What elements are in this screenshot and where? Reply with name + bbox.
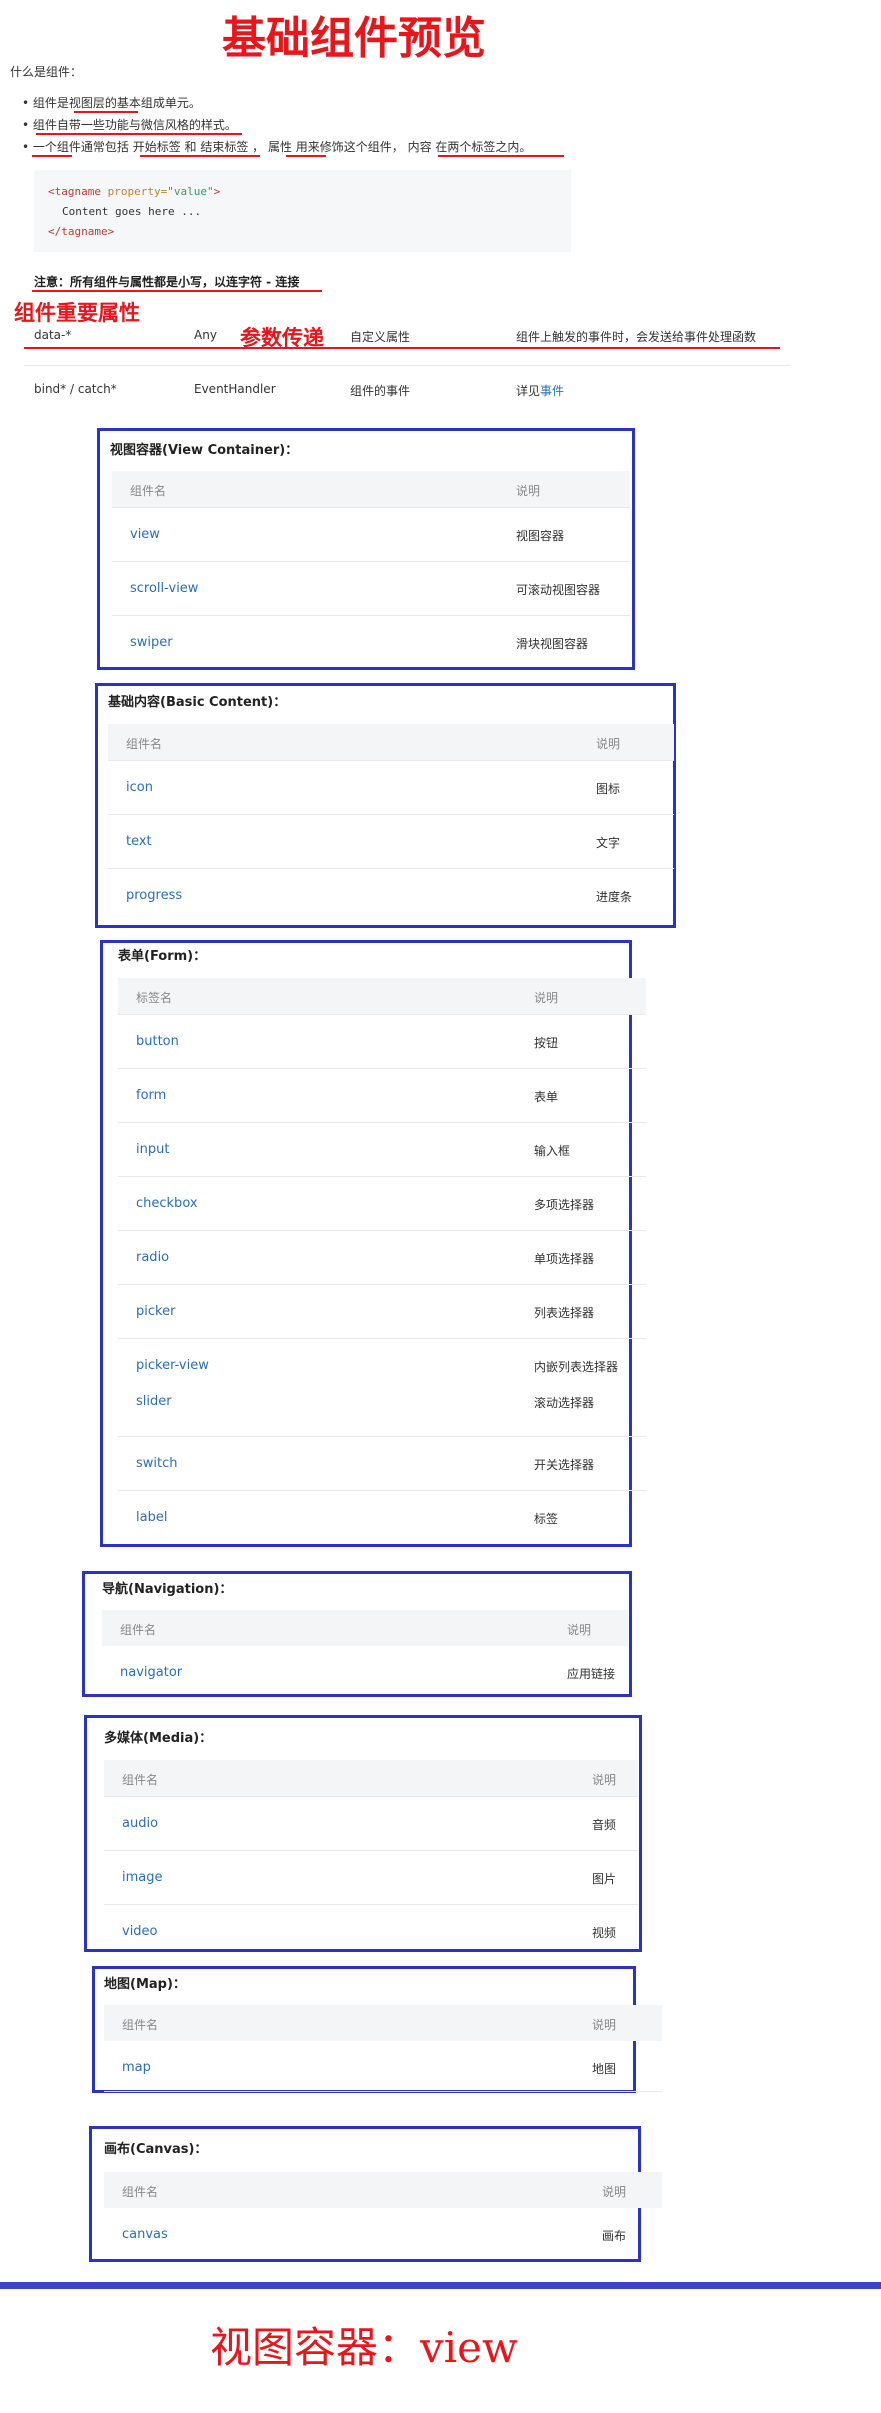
table-cell: bind* / catch* [34,382,117,396]
table-header: 组件名 说明 [104,2172,662,2208]
underline-annotation [36,133,242,135]
table-row[interactable]: swiper 滑块视图容器 [112,615,630,666]
table-cell: EventHandler [194,382,276,396]
table-row[interactable]: picker 列表选择器 [118,1284,646,1339]
attr-table: data-* Any 自定义属性 组件上触发的事件时，会发送给事件处理函数 bi… [0,320,881,410]
list-item: • 组件是视图层的基本组成单元。 [22,96,201,110]
table-cell: 详见事件 [516,384,565,398]
table-row[interactable]: slider 滚动选择器 [118,1382,646,1436]
table-header: 组件名 说明 [108,724,674,760]
table-row[interactable]: video 视频 [104,1904,638,1949]
table-row[interactable]: canvas 画布 [104,2208,662,2256]
table-header: 组件名 说明 [102,1610,628,1646]
underline-annotation [32,155,72,157]
table-header: 标签名 说明 [118,978,646,1014]
table-row[interactable]: progress 进度条 [108,868,674,923]
table-header: 组件名 说明 [104,1760,638,1796]
table-row[interactable]: checkbox 多项选择器 [118,1176,646,1231]
table-row[interactable]: switch 开关选择器 [118,1436,646,1491]
section-title: 导航(Navigation)： [102,1582,233,1597]
underline-annotation [438,155,564,157]
section-title: 画布(Canvas)： [104,2142,208,2157]
code-block: <tagname property="value"> Content goes … [34,170,571,252]
list-item: • 组件自带一些功能与微信风格的样式。 [22,118,237,132]
section-title: 多媒体(Media)： [104,1731,213,1746]
underline-annotation [24,347,780,349]
table-row[interactable]: picker-view 内嵌列表选择器 [118,1338,646,1383]
table-cell: data-* [34,328,72,342]
table-row[interactable]: navigator 应用链接 [102,1646,628,1694]
table-cell: 组件的事件 [350,384,411,398]
table-cell: 自定义属性 [350,330,411,344]
table-row[interactable]: radio 单项选择器 [118,1230,646,1285]
bottom-caption: 视图容器：view [210,2323,518,2372]
note-text: 注意：所有组件与属性都是小写，以连字符 - 连接 [34,275,300,289]
table-row[interactable]: text 文字 [108,814,674,869]
page-title: 基础组件预览 [222,13,486,64]
table-row[interactable]: input 输入框 [118,1122,646,1177]
section-title: 地图(Map)： [104,1977,186,1992]
underline-annotation [286,155,326,157]
underline-annotation [74,111,138,113]
table-cell: Any [194,328,217,342]
table-row[interactable]: view 视图容器 [112,507,630,562]
event-link[interactable]: 事件 [540,384,564,398]
table-row[interactable]: form 表单 [118,1068,646,1123]
intro-question: 什么是组件： [10,65,83,79]
divider [0,2282,881,2289]
underline-annotation [32,290,322,292]
section-title: 基础内容(Basic Content)： [108,695,287,710]
table-row[interactable]: map 地图 [104,2041,662,2092]
table-row[interactable]: button 按钮 [118,1014,646,1069]
list-item: • 一个组件通常包括 开始标签 和 结束标签 ， 属性 用来修饰这个组件， 内容… [22,140,532,154]
section-title: 视图容器(View Container)： [110,443,299,458]
table-row[interactable]: icon 图标 [108,760,674,815]
table-row[interactable]: audio 音频 [104,1796,638,1851]
table-cell: 组件上触发的事件时，会发送给事件处理函数 [516,330,757,344]
table-header: 组件名 说明 [104,2005,662,2041]
underline-annotation [140,155,260,157]
table-header: 组件名 说明 [112,471,630,507]
table-row[interactable]: image 图片 [104,1850,638,1905]
table-row[interactable]: label 标签 [118,1490,646,1545]
table-row[interactable]: scroll-view 可滚动视图容器 [112,561,630,616]
section-title: 表单(Form)： [118,949,207,964]
